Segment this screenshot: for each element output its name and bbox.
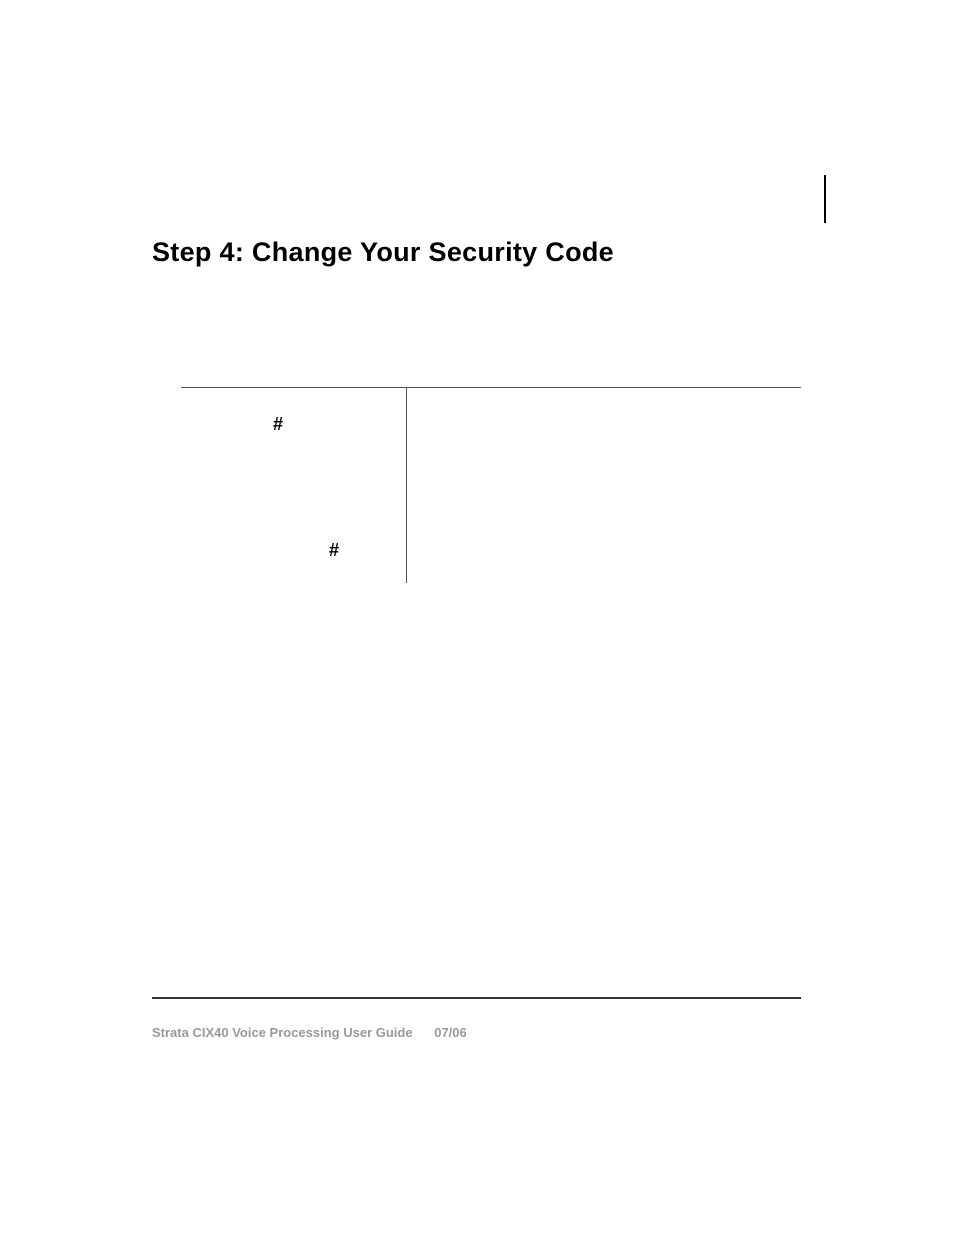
table-column-divider — [406, 388, 407, 583]
hash-symbol-2: # — [329, 540, 339, 561]
footer-doc-title: Strata CIX40 Voice Processing User Guide — [152, 1025, 413, 1040]
crop-mark — [824, 175, 826, 223]
footer-date: 07/06 — [434, 1025, 467, 1040]
hash-symbol-1: # — [273, 414, 283, 435]
table-row: # # — [181, 388, 801, 583]
step-heading: Step 4: Change Your Security Code — [152, 237, 614, 268]
footer-text: Strata CIX40 Voice Processing User Guide… — [152, 1025, 467, 1040]
instruction-table: # # — [181, 387, 801, 583]
footer-rule — [152, 997, 801, 999]
document-page: Step 4: Change Your Security Code # # St… — [0, 0, 954, 1235]
